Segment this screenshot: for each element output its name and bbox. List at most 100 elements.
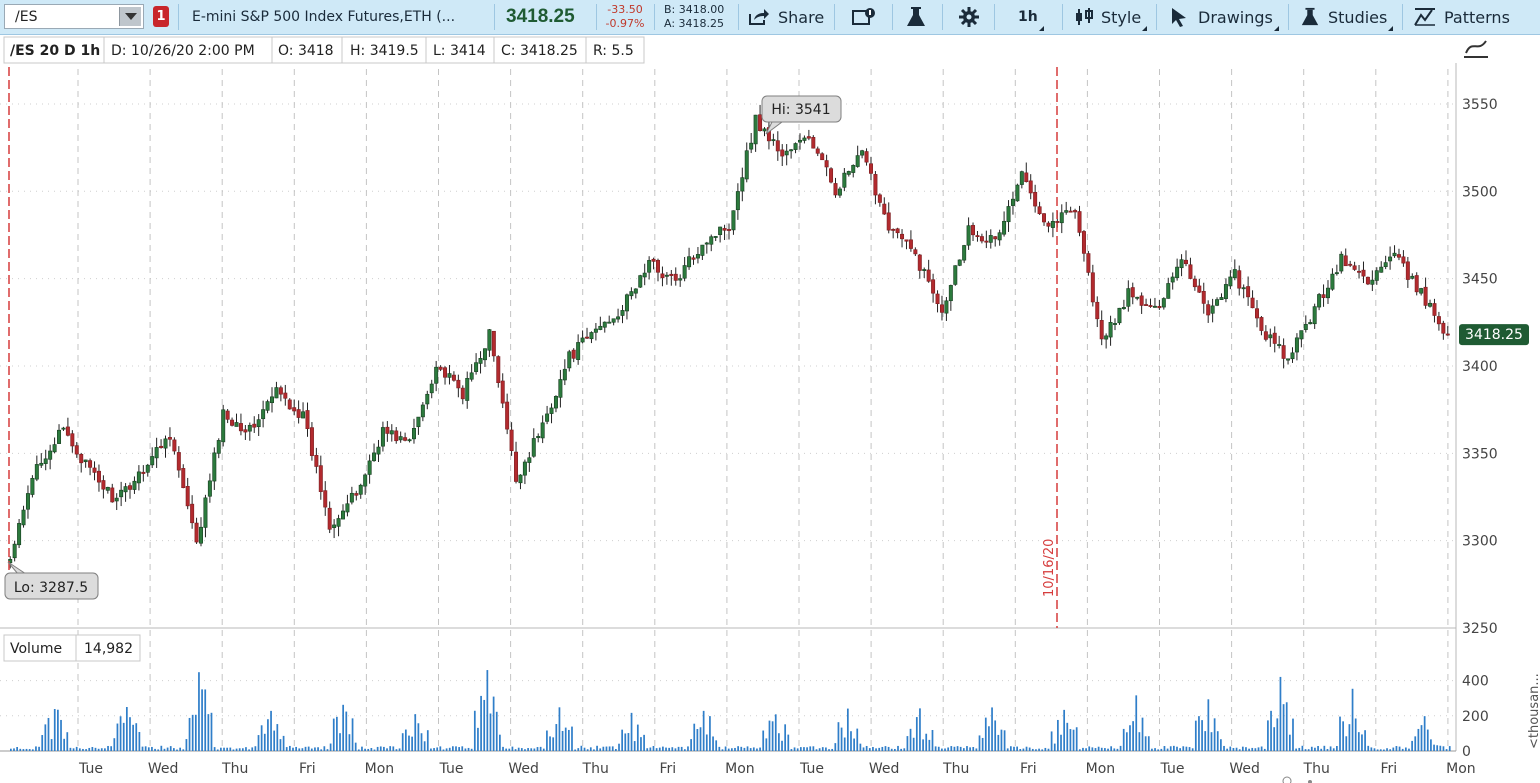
volume-bar: [520, 748, 523, 751]
volume-bar: [605, 746, 608, 751]
candle-body: [270, 396, 274, 404]
candle-body: [1374, 270, 1379, 281]
volume-bar: [100, 748, 103, 751]
candle-down: [900, 229, 905, 248]
volume-bar: [1241, 746, 1244, 751]
candle-down: [505, 393, 510, 435]
patterns-button[interactable]: Patterns: [1414, 0, 1510, 34]
volume-bar: [53, 709, 56, 751]
candle-body: [585, 336, 590, 339]
candle-body: [327, 507, 332, 530]
volume-bar: [643, 734, 645, 751]
candle-up: [429, 379, 434, 399]
drawings-button[interactable]: Drawings: [1170, 0, 1279, 34]
candle-body: [1396, 254, 1401, 258]
volume-bar: [477, 727, 479, 751]
volume-bar: [254, 746, 257, 751]
volume-bar: [906, 736, 909, 751]
candle-body: [1365, 276, 1370, 285]
price-chart[interactable]: /ES 20 D 1h D: 10/26/20 2:00 PM O: 3418 …: [0, 35, 1540, 783]
candle-body: [953, 265, 958, 285]
candle-body: [895, 228, 900, 234]
chart-style-icon[interactable]: [1464, 40, 1488, 58]
volume-bar: [85, 749, 87, 751]
settings-button[interactable]: [958, 0, 980, 34]
volume-bar: [571, 726, 573, 751]
candle-down: [1139, 292, 1144, 314]
volume-bar: [875, 748, 877, 751]
candle-body: [567, 351, 572, 369]
candle-up: [1308, 319, 1313, 325]
volume-bar: [831, 748, 834, 751]
volume-bar: [677, 746, 680, 751]
candle-body: [52, 444, 57, 453]
volume-bar: [426, 730, 429, 751]
volume-axis-label: <thousan...: [1527, 673, 1540, 749]
candle-up: [855, 145, 860, 168]
candle-body: [30, 477, 35, 495]
candle-up: [389, 424, 394, 442]
candle-down: [238, 413, 243, 436]
volume-bar: [1383, 749, 1385, 751]
candle-up: [1059, 204, 1064, 234]
volume-bar: [1191, 748, 1194, 751]
candle-up: [1232, 259, 1237, 281]
volume-bar: [749, 748, 752, 751]
volume-bar: [1144, 736, 1147, 751]
candle-up: [1339, 251, 1344, 274]
volume-bar: [57, 709, 59, 751]
volume-bar: [22, 749, 25, 751]
candle-up: [1019, 170, 1024, 189]
candle-body: [1073, 210, 1078, 213]
candle-body: [629, 291, 634, 297]
volume-bar: [984, 717, 987, 751]
candle-up: [34, 455, 39, 482]
price-tick-label: 3350: [1462, 446, 1498, 462]
detach-button[interactable]: [852, 0, 876, 34]
scroll-handle[interactable]: [1282, 776, 1312, 783]
candle-body: [811, 136, 816, 149]
volume-bar: [574, 749, 576, 751]
candle-body: [1121, 307, 1126, 310]
candle-up: [247, 422, 252, 441]
volume-bar: [856, 728, 859, 751]
candle-body: [465, 378, 470, 401]
candle-up: [301, 402, 306, 419]
volume-bar: [1288, 734, 1291, 751]
candle-down: [1037, 201, 1042, 215]
volume-bar: [868, 748, 871, 751]
timeframe-button[interactable]: 1h: [1018, 0, 1044, 34]
candle-up: [851, 164, 856, 178]
volume-bar: [1053, 743, 1056, 751]
candle-body: [514, 451, 519, 482]
candle-body: [1215, 299, 1220, 306]
volume-bar: [671, 747, 674, 751]
candle-body: [957, 259, 962, 266]
candle-body: [877, 194, 882, 203]
studies-button[interactable]: Studies: [1300, 0, 1394, 34]
symbol-input[interactable]: /ES: [4, 4, 144, 29]
candle-body: [753, 114, 758, 145]
volume-bar: [928, 739, 931, 751]
candle-body: [416, 416, 421, 428]
share-button[interactable]: Share: [748, 0, 824, 34]
candle-body: [806, 136, 811, 139]
candle-down: [1348, 260, 1353, 268]
style-button[interactable]: Style: [1074, 0, 1148, 34]
candle-body: [1002, 220, 1007, 235]
candle-up: [345, 494, 350, 517]
candle-body: [17, 523, 22, 546]
candle-up: [1299, 330, 1304, 348]
volume-bar: [1204, 731, 1207, 751]
volume-bar: [298, 748, 301, 751]
chevron-down-icon[interactable]: [119, 7, 141, 26]
volume-bar: [872, 747, 874, 751]
volume-bar: [1270, 710, 1272, 751]
candle-up: [602, 321, 607, 333]
volume-bar: [1201, 720, 1203, 751]
price-tick-label: 3500: [1462, 184, 1498, 200]
volume-bar: [1364, 730, 1366, 751]
alert-badge[interactable]: 1: [153, 6, 169, 27]
pattern-icon: [1414, 8, 1435, 26]
flask-button[interactable]: [905, 0, 927, 34]
